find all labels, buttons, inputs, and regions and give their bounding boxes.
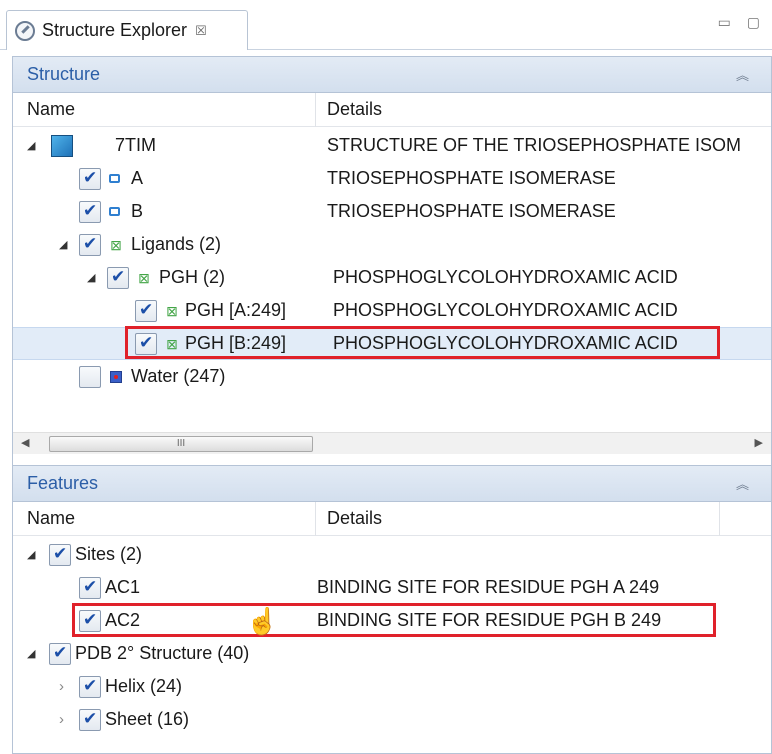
features-column-header: Name Details [13,502,771,536]
checkbox[interactable] [79,200,101,223]
expand-arrow-icon[interactable]: ◢ [59,238,67,251]
tree-row-label: 7TIM [115,135,157,155]
tree-row-label: PGH (2) [159,267,226,287]
expand-arrow-icon[interactable]: ◢ [27,647,35,660]
tree-row-label: PGH [A:249] [185,300,287,320]
view-tab-bar: Structure Explorer ☒ ▭ ▢ [0,0,772,50]
column-name[interactable]: Name [27,99,75,120]
tree-row-sheet[interactable]: › Sheet (16) [13,703,771,736]
water-icon [110,370,122,383]
column-details[interactable]: Details [327,99,382,120]
tree-row-label: PDB 2° Structure (40) [75,643,250,663]
checkbox[interactable] [49,642,71,665]
chain-icon [109,207,120,216]
checkbox[interactable] [79,365,101,388]
tree-row-label: Water (247) [131,366,226,386]
tree-row-7tim[interactable]: ◢ 7TIM STRUCTURE OF THE TRIOSEPHOSPHATE … [13,129,771,162]
checkbox[interactable] [49,543,71,566]
tree-row-details: BINDING SITE FOR RESIDUE PGH A 249 [317,577,660,597]
tree-row-pgh-group[interactable]: ◢ ⊠ PGH (2) PHOSPHOGLYCOLOHYDROXAMIC ACI… [13,261,771,294]
tree-row-label: Sheet (16) [105,709,190,729]
panel-title: Features [27,473,99,493]
tree-row-details: STRUCTURE OF THE TRIOSEPHOSPHATE ISOM [327,135,742,155]
tree-row-sites[interactable]: ◢ Sites (2) [13,538,771,571]
collapsed-arrow-icon[interactable]: › [59,711,64,728]
hand-cursor-icon: ☝ [246,606,279,636]
checkbox[interactable] [79,576,101,599]
collapsed-arrow-icon[interactable]: › [59,678,64,695]
ligand-icon: ⊠ [110,236,122,253]
chain-icon [109,174,120,183]
tree-row-water[interactable]: Water (247) [13,360,771,393]
ligand-icon: ⊠ [166,302,178,319]
expand-arrow-icon[interactable]: ◢ [87,271,95,284]
ligand-icon: ⊠ [138,269,150,286]
collapse-icon[interactable]: ︽ [736,65,749,84]
tree-row-details: TRIOSEPHOSPHATE ISOMERASE [327,168,616,188]
column-divider[interactable] [719,502,720,536]
tree-row-helix[interactable]: › Helix (24) [13,670,771,703]
checkbox[interactable] [79,675,101,698]
compass-icon [15,20,35,41]
scroll-left-icon[interactable]: ◀ [21,436,29,449]
structure-icon [51,134,73,157]
tree-row-details: PHOSPHOGLYCOLOHYDROXAMIC ACID [333,267,678,287]
tree-row-chain-a[interactable]: A TRIOSEPHOSPHATE ISOMERASE [13,162,771,195]
tree-row-ac1[interactable]: AC1 BINDING SITE FOR RESIDUE PGH A 249 [13,571,771,604]
panel-title: Structure [27,64,101,84]
column-divider[interactable] [315,93,316,127]
checkbox[interactable] [79,167,101,190]
minimize-maximize-icon[interactable]: ▭ ▢ [718,14,766,31]
highlight-box-ac2 [72,603,716,637]
tree-row-pgh-a[interactable]: ⊠ PGH [A:249] PHOSPHOGLYCOLOHYDROXAMIC A… [13,294,771,327]
tree-row-details: PHOSPHOGLYCOLOHYDROXAMIC ACID [333,300,678,320]
close-icon[interactable]: ☒ [195,23,207,39]
checkbox[interactable] [79,233,101,256]
tree-row-details: TRIOSEPHOSPHATE ISOMERASE [327,201,616,221]
tree-row-label: A [131,168,144,188]
tab-structure-explorer[interactable]: Structure Explorer ☒ [6,10,248,50]
scroll-right-icon[interactable]: ▶ [755,436,763,449]
horizontal-scrollbar[interactable]: ◀ III ▶ [13,432,771,454]
tree-row-label: AC1 [105,577,141,597]
column-details[interactable]: Details [327,508,382,529]
column-name[interactable]: Name [27,508,75,529]
checkbox[interactable] [135,299,157,322]
tree-row-pdb-secondary-structure[interactable]: ◢ PDB 2° Structure (40) [13,637,771,670]
expand-arrow-icon[interactable]: ◢ [27,548,35,561]
checkbox[interactable] [79,708,101,731]
expand-arrow-icon[interactable]: ◢ [27,139,35,152]
column-divider[interactable] [315,502,316,536]
tree-row-label: Sites (2) [75,544,143,564]
highlight-box-pgh-b [125,326,720,359]
scroll-thumb[interactable]: III [49,436,313,452]
structure-column-header: Name Details [13,93,771,127]
structure-panel: Structure ︽ Name Details ◢ 7TIM STRUCTUR… [12,56,772,466]
tree-row-chain-b[interactable]: B TRIOSEPHOSPHATE ISOMERASE [13,195,771,228]
checkbox[interactable] [107,266,129,289]
features-panel-header[interactable]: Features ︽ [13,466,771,502]
tree-row-ligands[interactable]: ◢ ⊠ Ligands (2) [13,228,771,261]
collapse-icon[interactable]: ︽ [736,474,749,493]
tree-row-label: B [131,201,144,221]
tree-row-label: Helix (24) [105,676,183,696]
structure-panel-header[interactable]: Structure ︽ [13,57,771,93]
tab-title: Structure Explorer [42,20,188,40]
tree-row-label: Ligands (2) [131,234,222,254]
